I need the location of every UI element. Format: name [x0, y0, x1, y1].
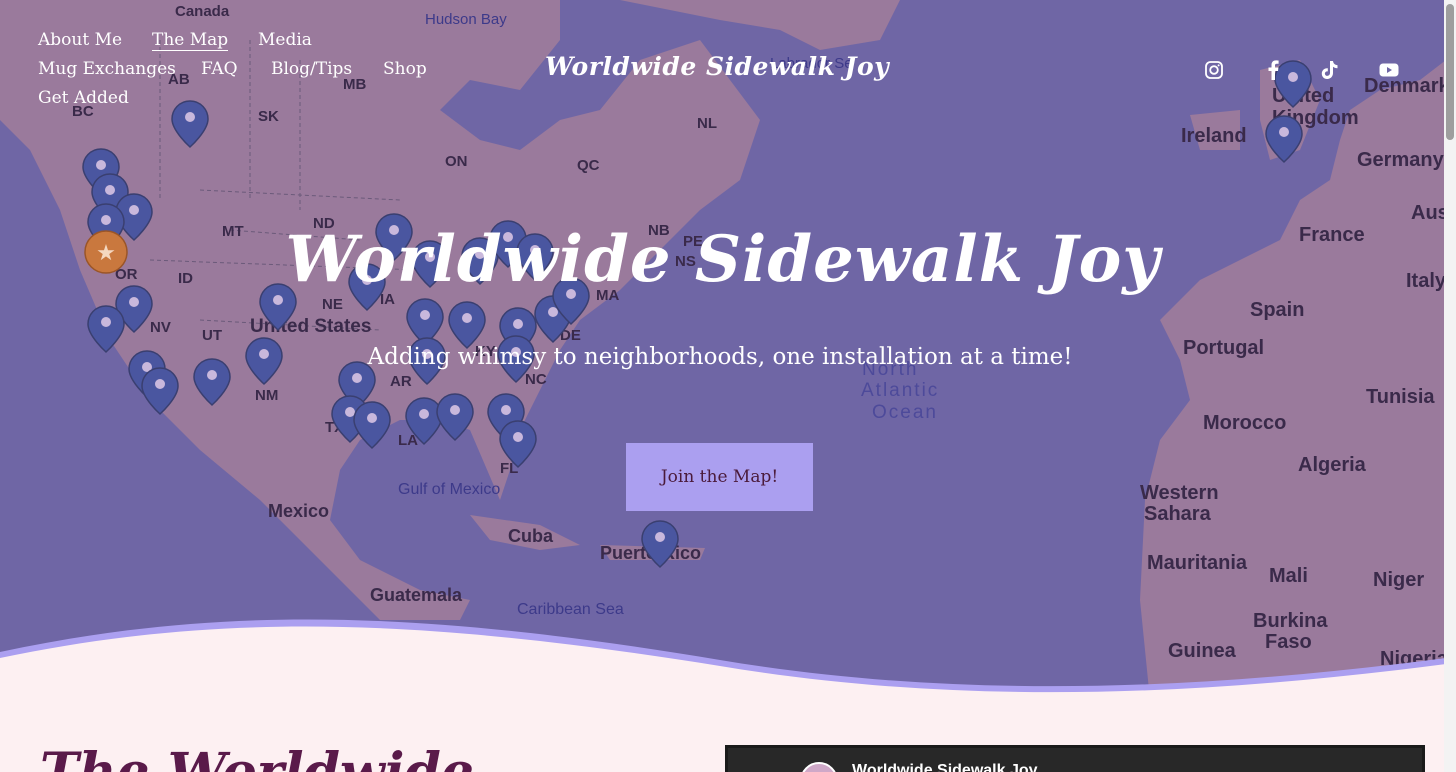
- map-label: Tunisia: [1366, 386, 1435, 408]
- tiktok-icon[interactable]: [1318, 58, 1342, 82]
- map-label: Ocean: [872, 402, 938, 423]
- instagram-icon[interactable]: [1202, 58, 1226, 82]
- nav-mug-exchanges[interactable]: Mug Exchanges: [38, 59, 176, 79]
- nav-get-added[interactable]: Get Added: [38, 88, 129, 108]
- map-label: NL: [697, 115, 717, 132]
- nav-faq[interactable]: FAQ: [201, 59, 238, 79]
- map-label: Cuba: [508, 526, 554, 546]
- map-label: Sahara: [1144, 503, 1212, 525]
- map-label: Hudson Bay: [425, 11, 507, 28]
- video-embed[interactable]: Worldwide Sidewalk Joy: [725, 745, 1425, 772]
- map-label: NC: [525, 371, 547, 388]
- map-label: Atlantic: [861, 380, 939, 401]
- channel-avatar[interactable]: [800, 762, 838, 772]
- wave-divider: [0, 619, 1446, 710]
- nav-about-me[interactable]: About Me: [38, 30, 122, 50]
- scrollbar-thumb[interactable]: [1446, 4, 1454, 140]
- map-label: AR: [390, 373, 412, 390]
- map-label: Mali: [1269, 565, 1308, 587]
- map-label: Western: [1140, 482, 1219, 504]
- nav-blog-tips[interactable]: Blog/Tips: [271, 59, 352, 79]
- map-label: Morocco: [1203, 412, 1286, 434]
- map-label: Germany: [1357, 149, 1445, 171]
- map-label: QC: [577, 157, 600, 174]
- hero-subtitle: Adding whimsy to neighborhoods, one inst…: [367, 344, 1073, 370]
- map-label: Spain: [1250, 299, 1304, 321]
- map-pin[interactable]: [353, 401, 391, 449]
- map-label: ON: [445, 153, 468, 170]
- map-label: Mauritania: [1147, 552, 1248, 574]
- page-scrollbar[interactable]: [1444, 0, 1456, 772]
- map-label: Ireland: [1181, 125, 1247, 147]
- map-pin[interactable]: [436, 393, 474, 441]
- map-label: UT: [202, 327, 222, 344]
- map-label: NV: [150, 319, 171, 336]
- facebook-icon[interactable]: [1261, 58, 1285, 82]
- hero-title: Worldwide Sidewalk Joy: [285, 222, 1161, 297]
- map-label: NM: [255, 387, 278, 404]
- map-label: Niger: [1373, 569, 1424, 591]
- video-title[interactable]: Worldwide Sidewalk Joy: [852, 762, 1038, 772]
- map-label: NE: [322, 296, 343, 313]
- nav-the-map[interactable]: The Map: [152, 30, 229, 51]
- map-label: Canada: [175, 3, 230, 20]
- nav-shop[interactable]: Shop: [383, 59, 427, 79]
- nav-media[interactable]: Media: [258, 30, 312, 50]
- map-label: Mexico: [268, 501, 329, 521]
- site-title[interactable]: Worldwide Sidewalk Joy: [545, 52, 889, 81]
- youtube-icon[interactable]: [1377, 58, 1401, 82]
- map-label: SK: [258, 108, 279, 125]
- join-the-map-button[interactable]: Join the Map!: [626, 443, 813, 511]
- greenland-land: [620, 0, 900, 50]
- map-label: Algeria: [1298, 454, 1367, 476]
- map-label: Gulf of Mexico: [398, 481, 500, 498]
- hero-section: Canada Hudson Bay Labrador Se AB MB BC S…: [0, 0, 1456, 700]
- section-heading: The Worldwide: [40, 742, 474, 772]
